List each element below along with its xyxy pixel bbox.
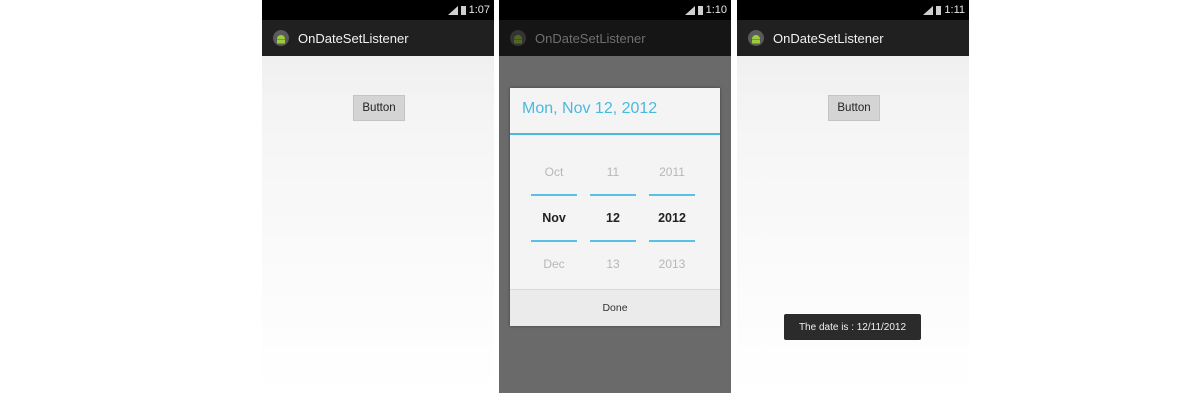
action-bar: OnDateSetListener bbox=[262, 20, 494, 56]
android-icon bbox=[510, 30, 526, 46]
month-current[interactable]: Nov bbox=[531, 196, 577, 240]
action-bar: OnDateSetListener bbox=[737, 20, 969, 56]
battery-icon bbox=[460, 5, 466, 15]
date-picker-dialog: Mon, Nov 12, 2012 Oct Nov Dec 11 12 13 2… bbox=[510, 88, 720, 326]
battery-icon bbox=[936, 5, 942, 15]
action-bar: OnDateSetListener bbox=[499, 20, 731, 56]
year-prev[interactable]: 2011 bbox=[649, 150, 695, 194]
day-spinner[interactable]: 11 12 13 bbox=[590, 150, 636, 286]
status-time: 1:11 bbox=[944, 4, 965, 16]
year-current[interactable]: 2012 bbox=[649, 196, 695, 240]
month-spinner[interactable]: Oct Nov Dec bbox=[531, 150, 577, 286]
month-next[interactable]: Dec bbox=[531, 242, 577, 286]
year-next[interactable]: 2013 bbox=[649, 242, 695, 286]
day-next[interactable]: 13 bbox=[590, 242, 636, 286]
status-bar: 1:11 bbox=[737, 0, 969, 20]
status-time: 1:07 bbox=[468, 4, 490, 16]
date-button[interactable]: Button bbox=[353, 95, 405, 121]
status-time: 1:10 bbox=[705, 4, 727, 16]
toast-message: The date is : 12/11/2012 bbox=[784, 314, 921, 340]
dialog-divider bbox=[510, 133, 720, 135]
android-icon bbox=[748, 30, 764, 46]
year-spinner[interactable]: 2011 2012 2013 bbox=[649, 150, 695, 286]
status-bar: 1:10 bbox=[499, 0, 731, 20]
day-current[interactable]: 12 bbox=[590, 196, 636, 240]
signal-icon bbox=[923, 5, 934, 15]
phone-screen-2: 1:10 OnDateSetListener Mon, Nov 12, 2012… bbox=[499, 0, 731, 393]
app-title: OnDateSetListener bbox=[298, 30, 409, 46]
dialog-date-title: Mon, Nov 12, 2012 bbox=[522, 100, 658, 117]
android-icon bbox=[273, 30, 289, 46]
done-button[interactable]: Done bbox=[510, 289, 720, 326]
phone-screen-3: 1:11 OnDateSetListener Button The date i… bbox=[737, 0, 969, 393]
day-prev[interactable]: 11 bbox=[590, 150, 636, 194]
month-prev[interactable]: Oct bbox=[531, 150, 577, 194]
status-bar: 1:07 bbox=[262, 0, 494, 20]
phone-screen-1: 1:07 OnDateSetListener Button bbox=[262, 0, 494, 393]
signal-icon bbox=[447, 5, 458, 15]
battery-icon bbox=[697, 5, 703, 15]
app-title: OnDateSetListener bbox=[773, 30, 884, 46]
signal-icon bbox=[684, 5, 695, 15]
date-button[interactable]: Button bbox=[828, 95, 880, 121]
app-title: OnDateSetListener bbox=[535, 30, 646, 46]
